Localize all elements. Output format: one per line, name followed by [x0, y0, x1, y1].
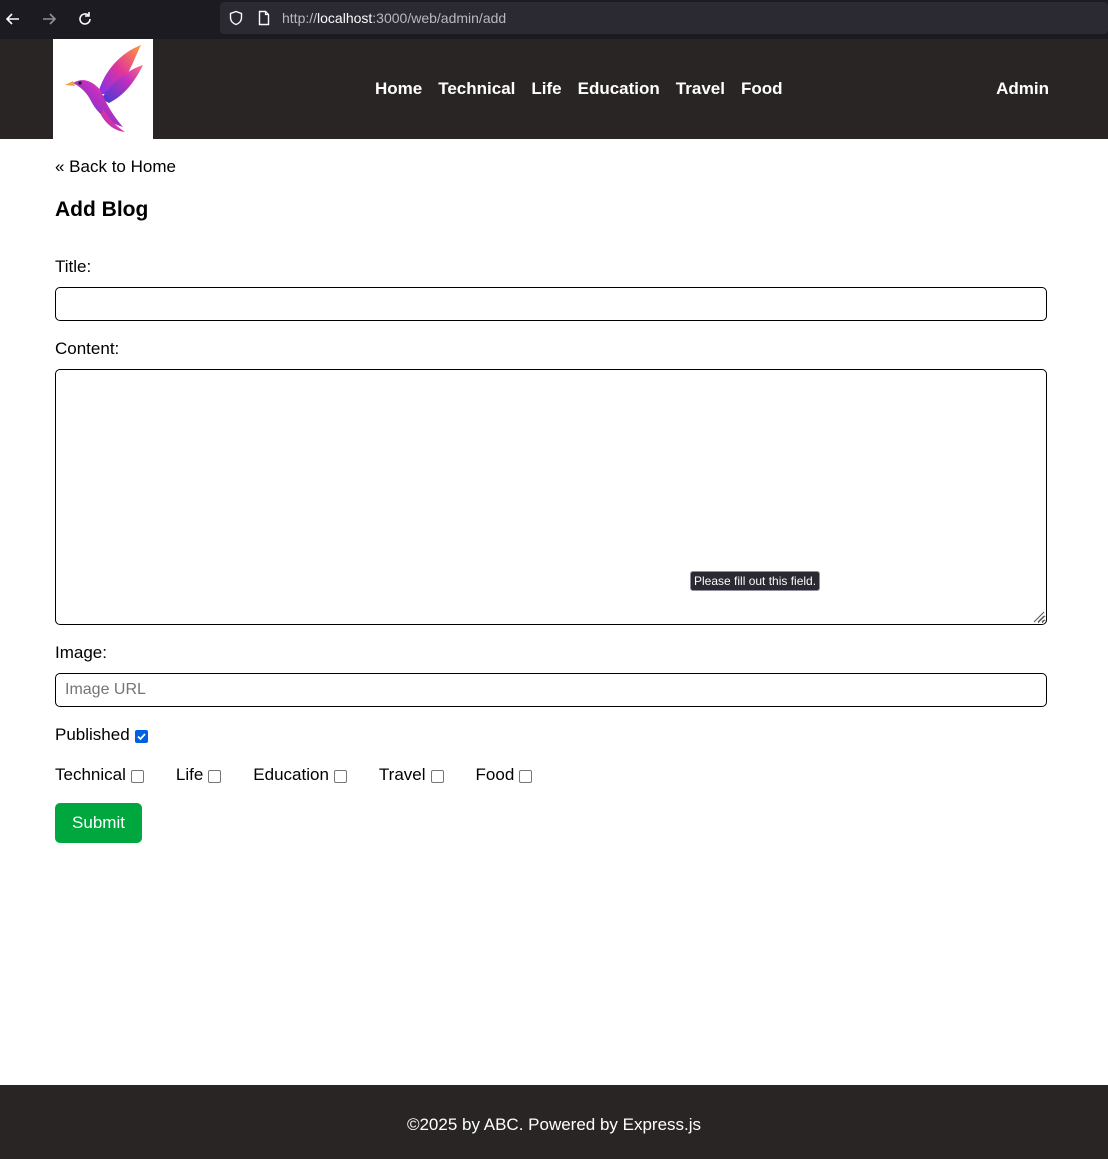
categories-row: Technical Life Education Travel Food: [55, 765, 564, 785]
validation-tooltip: Please fill out this field.: [690, 571, 821, 591]
nav-education[interactable]: Education: [578, 77, 660, 101]
category-food: Food: [476, 765, 533, 785]
nav-food[interactable]: Food: [741, 77, 783, 101]
logo[interactable]: [53, 39, 153, 139]
resize-grip-icon[interactable]: [1031, 609, 1045, 623]
content-label: Content:: [55, 339, 120, 358]
category-education: Education: [253, 765, 347, 785]
category-label: Technical: [55, 765, 126, 784]
category-label: Life: [175, 765, 204, 784]
browser-toolbar: http://localhost:3000/web/admin/add: [0, 0, 1108, 39]
published-checkbox[interactable]: [134, 729, 148, 743]
category-technical: Technical: [55, 765, 144, 785]
shield-icon[interactable]: [228, 10, 244, 26]
nav-home[interactable]: Home: [375, 77, 422, 101]
url-bar[interactable]: http://localhost:3000/web/admin/add: [220, 2, 1108, 34]
category-food-checkbox[interactable]: [519, 769, 533, 783]
category-technical-checkbox[interactable]: [130, 769, 144, 783]
forward-arrow-icon[interactable]: [38, 8, 60, 30]
page-icon: [256, 10, 272, 26]
url-prefix: http://: [282, 10, 318, 26]
image-url-input[interactable]: [55, 673, 1047, 707]
content-textarea[interactable]: [55, 369, 1047, 625]
checkmark-icon: [137, 732, 146, 740]
category-label: Food: [475, 765, 515, 784]
url-host: localhost: [317, 10, 373, 26]
reload-icon[interactable]: [74, 8, 96, 30]
image-label: Image:: [55, 643, 107, 662]
nav-life[interactable]: Life: [531, 77, 561, 101]
nav-admin[interactable]: Admin: [996, 77, 1049, 101]
category-life-checkbox[interactable]: [208, 769, 222, 783]
category-life: Life: [175, 765, 222, 785]
category-label: Education: [253, 765, 329, 784]
url-path: :3000/web/admin/add: [372, 10, 507, 26]
back-to-home-link[interactable]: « Back to Home: [55, 157, 176, 177]
published-label: Published: [55, 725, 130, 744]
back-arrow-icon[interactable]: [2, 8, 24, 30]
page-title: Add Blog: [55, 198, 149, 221]
category-travel-checkbox[interactable]: [430, 769, 444, 783]
footer-text: ©2025 by ABC. Powered by Express.js: [406, 1115, 702, 1134]
category-travel: Travel: [379, 765, 444, 785]
published-row: Published: [55, 725, 148, 745]
category-label: Travel: [378, 765, 426, 784]
site-header: Home Technical Life Education Travel Foo…: [0, 39, 1108, 139]
title-input[interactable]: [55, 287, 1047, 321]
category-education-checkbox[interactable]: [333, 769, 347, 783]
main-nav: Home Technical Life Education Travel Foo…: [375, 77, 783, 101]
bird-logo-icon: [65, 45, 143, 132]
nav-travel[interactable]: Travel: [676, 77, 725, 101]
nav-technical[interactable]: Technical: [438, 77, 515, 101]
title-label: Title:: [55, 257, 92, 276]
site-footer: ©2025 by ABC. Powered by Express.js: [0, 1085, 1108, 1159]
url-text[interactable]: http://localhost:3000/web/admin/add: [282, 10, 506, 26]
submit-button[interactable]: Submit: [55, 803, 142, 843]
